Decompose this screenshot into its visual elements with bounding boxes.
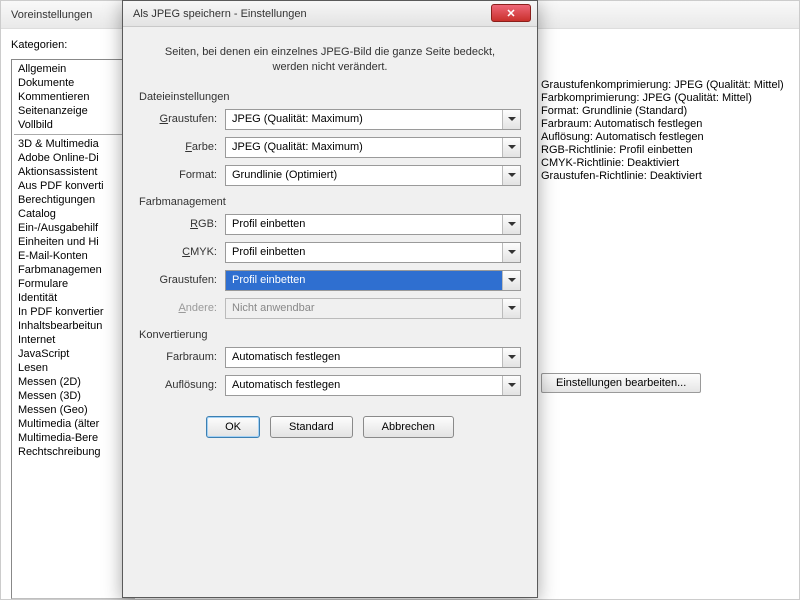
cmyk-combo[interactable]: Profil einbetten bbox=[225, 242, 521, 263]
colorspace-label: Farbraum: bbox=[139, 351, 217, 363]
dialog-titlebar[interactable]: Als JPEG speichern - Einstellungen ✕ bbox=[123, 1, 537, 27]
category-item[interactable]: Catalog bbox=[12, 207, 134, 221]
standard-button[interactable]: Standard bbox=[270, 416, 353, 438]
chevron-down-icon bbox=[502, 271, 520, 290]
cmyk-label: CMYK: bbox=[139, 246, 217, 258]
chevron-down-icon bbox=[502, 110, 520, 129]
dialog-info-text: Seiten, bei denen ein einzelnes JPEG-Bil… bbox=[139, 39, 521, 91]
categories-list[interactable]: Allgemein Dokumente Kommentieren Seitena… bbox=[11, 59, 135, 599]
categories-panel: Kategorien: Allgemein Dokumente Kommenti… bbox=[1, 29, 141, 599]
format-combo[interactable]: Grundlinie (Optimiert) bbox=[225, 165, 521, 186]
summary-line: Graustufenkomprimierung: JPEG (Qualität:… bbox=[541, 79, 787, 92]
category-item[interactable]: Rechtschreibung bbox=[12, 445, 134, 459]
other-combo: Nicht anwendbar bbox=[225, 298, 521, 319]
categories-label: Kategorien: bbox=[11, 39, 135, 51]
category-item[interactable]: Adobe Online-Di bbox=[12, 151, 134, 165]
grayscale-combo[interactable]: JPEG (Qualität: Maximum) bbox=[225, 109, 521, 130]
color-management-title: Farbmanagement bbox=[139, 196, 521, 208]
category-item[interactable]: Multimedia-Bere bbox=[12, 431, 134, 445]
summary-line: CMYK-Richtlinie: Deaktiviert bbox=[541, 157, 787, 170]
chevron-down-icon bbox=[502, 376, 520, 395]
category-item[interactable]: Identität bbox=[12, 291, 134, 305]
category-item[interactable]: Berechtigungen bbox=[12, 193, 134, 207]
category-item[interactable]: JavaScript bbox=[12, 347, 134, 361]
summary-line: RGB-Richtlinie: Profil einbetten bbox=[541, 144, 787, 157]
category-item[interactable]: Messen (Geo) bbox=[12, 403, 134, 417]
chevron-down-icon bbox=[502, 166, 520, 185]
conversion-title: Konvertierung bbox=[139, 329, 521, 341]
dialog-title: Als JPEG speichern - Einstellungen bbox=[133, 8, 307, 20]
format-label: Format: bbox=[139, 169, 217, 181]
category-item[interactable]: Formulare bbox=[12, 277, 134, 291]
category-item[interactable]: In PDF konvertier bbox=[12, 305, 134, 319]
edit-settings-button[interactable]: Einstellungen bearbeiten... bbox=[541, 373, 701, 393]
rgb-label: RGB: bbox=[139, 218, 217, 230]
preferences-title: Voreinstellungen bbox=[11, 9, 92, 21]
resolution-label: Auflösung: bbox=[139, 379, 217, 391]
combo-value: Automatisch festlegen bbox=[232, 379, 340, 391]
summary-line: Farbraum: Automatisch festlegen bbox=[541, 118, 787, 131]
close-button[interactable]: ✕ bbox=[491, 4, 531, 22]
summary-line: Farbkomprimierung: JPEG (Qualität: Mitte… bbox=[541, 92, 787, 105]
combo-value: JPEG (Qualität: Maximum) bbox=[232, 113, 363, 125]
file-settings-title: Dateieinstellungen bbox=[139, 91, 521, 103]
category-item[interactable]: Einheiten und Hi bbox=[12, 235, 134, 249]
category-item[interactable]: Inhaltsbearbeitun bbox=[12, 319, 134, 333]
color-management-group: Farbmanagement RGB: Profil einbetten CMY… bbox=[139, 196, 521, 319]
chevron-down-icon bbox=[502, 243, 520, 262]
category-item[interactable]: Messen (3D) bbox=[12, 389, 134, 403]
chevron-down-icon bbox=[502, 138, 520, 157]
summary-line: Auflösung: Automatisch festlegen bbox=[541, 131, 787, 144]
category-item[interactable]: Internet bbox=[12, 333, 134, 347]
close-icon: ✕ bbox=[506, 7, 515, 20]
summary-line: Graustufen-Richtlinie: Deaktiviert bbox=[541, 170, 787, 183]
conversion-group: Konvertierung Farbraum: Automatisch fest… bbox=[139, 329, 521, 396]
chevron-down-icon bbox=[502, 215, 520, 234]
grayscale-cm-label: Graustufen: bbox=[139, 274, 217, 286]
category-item[interactable]: Aus PDF konverti bbox=[12, 179, 134, 193]
grayscale-cm-combo[interactable]: Profil einbetten bbox=[225, 270, 521, 291]
category-item[interactable]: Kommentieren bbox=[12, 90, 134, 104]
other-label: Andere: bbox=[139, 302, 217, 314]
combo-value: Profil einbetten bbox=[232, 218, 305, 230]
category-item[interactable]: Dokumente bbox=[12, 76, 134, 90]
chevron-down-icon bbox=[502, 348, 520, 367]
cancel-button[interactable]: Abbrechen bbox=[363, 416, 454, 438]
color-label: Farbe: bbox=[139, 141, 217, 153]
category-item[interactable]: Ein-/Ausgabehilf bbox=[12, 221, 134, 235]
grayscale-label: Graustufen: bbox=[139, 113, 217, 125]
category-item[interactable]: Vollbild bbox=[12, 118, 134, 132]
category-item[interactable]: Lesen bbox=[12, 361, 134, 375]
category-item[interactable]: E-Mail-Konten bbox=[12, 249, 134, 263]
category-item[interactable]: Multimedia (älter bbox=[12, 417, 134, 431]
combo-value: Profil einbetten bbox=[232, 246, 305, 258]
summary-line: Format: Grundlinie (Standard) bbox=[541, 105, 787, 118]
category-item[interactable]: Seitenanzeige bbox=[12, 104, 134, 118]
combo-value: JPEG (Qualität: Maximum) bbox=[232, 141, 363, 153]
category-item[interactable]: Farbmanagemen bbox=[12, 263, 134, 277]
combo-value: Nicht anwendbar bbox=[232, 302, 315, 314]
combo-value: Grundlinie (Optimiert) bbox=[232, 169, 337, 181]
category-item[interactable]: 3D & Multimedia bbox=[12, 137, 134, 151]
dialog-button-row: OK Standard Abbrechen bbox=[139, 406, 521, 438]
file-settings-group: Dateieinstellungen Graustufen: JPEG (Qua… bbox=[139, 91, 521, 186]
category-item[interactable]: Allgemein bbox=[12, 62, 134, 76]
category-item[interactable]: Messen (2D) bbox=[12, 375, 134, 389]
combo-value: Profil einbetten bbox=[232, 274, 305, 286]
jpeg-settings-dialog: Als JPEG speichern - Einstellungen ✕ Sei… bbox=[122, 0, 538, 598]
colorspace-combo[interactable]: Automatisch festlegen bbox=[225, 347, 521, 368]
color-combo[interactable]: JPEG (Qualität: Maximum) bbox=[225, 137, 521, 158]
rgb-combo[interactable]: Profil einbetten bbox=[225, 214, 521, 235]
chevron-down-icon bbox=[502, 299, 520, 318]
combo-value: Automatisch festlegen bbox=[232, 351, 340, 363]
category-separator bbox=[14, 134, 132, 135]
ok-button[interactable]: OK bbox=[206, 416, 260, 438]
resolution-combo[interactable]: Automatisch festlegen bbox=[225, 375, 521, 396]
category-item[interactable]: Aktionsassistent bbox=[12, 165, 134, 179]
